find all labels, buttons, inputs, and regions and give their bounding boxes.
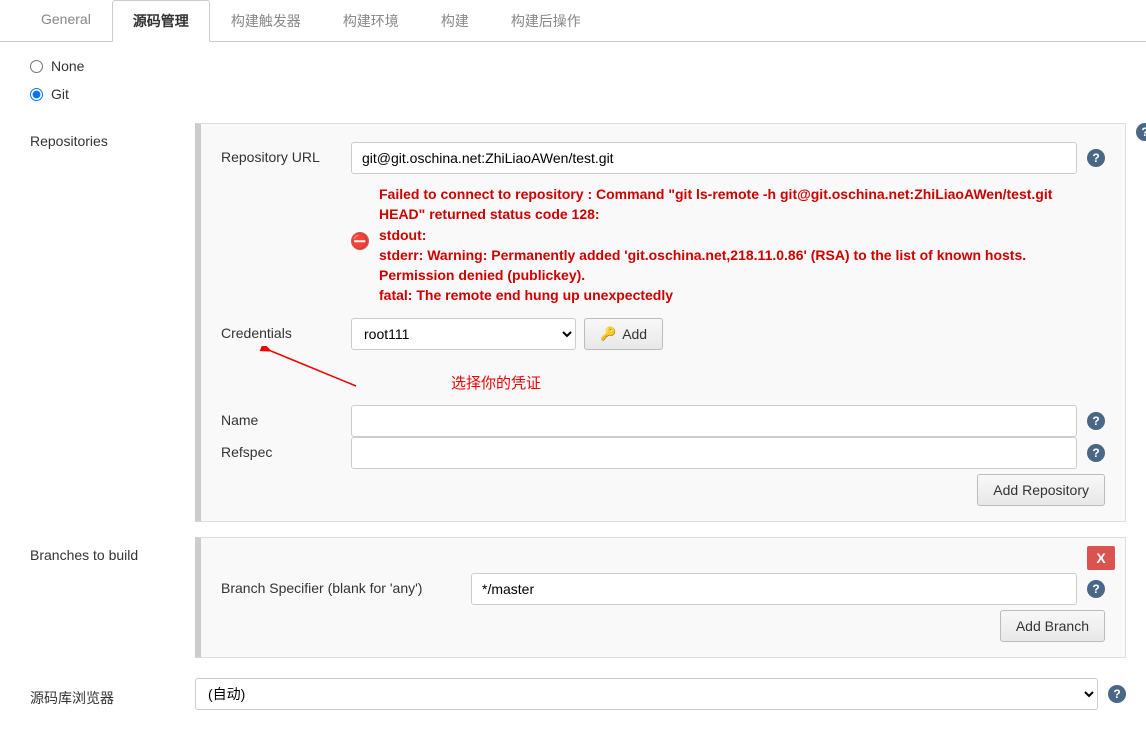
scm-none-radio[interactable] bbox=[30, 60, 43, 73]
annotation-arrow bbox=[256, 346, 376, 396]
branch-specifier-label: Branch Specifier (blank for 'any') bbox=[221, 573, 471, 596]
scm-git-radio[interactable] bbox=[30, 88, 43, 101]
key-icon: 🔑 bbox=[600, 326, 616, 342]
repositories-panel: Repository URL ⛔ Failed to connect to re… bbox=[195, 123, 1126, 522]
repo-url-label: Repository URL bbox=[221, 142, 351, 165]
content-area: None Git Repositories ? Repository URL ⛔… bbox=[0, 42, 1146, 730]
repo-url-input[interactable] bbox=[351, 142, 1077, 174]
branches-panel: X Branch Specifier (blank for 'any') ? A… bbox=[195, 537, 1126, 658]
tab-environment[interactable]: 构建环境 bbox=[322, 0, 420, 42]
add-credentials-button[interactable]: 🔑 Add bbox=[584, 318, 663, 350]
help-icon[interactable]: ? bbox=[1136, 123, 1146, 141]
branch-specifier-input[interactable] bbox=[471, 573, 1077, 605]
tab-postbuild[interactable]: 构建后操作 bbox=[490, 0, 602, 42]
add-button-label: Add bbox=[622, 326, 647, 342]
refspec-label: Refspec bbox=[221, 437, 351, 460]
name-label: Name bbox=[221, 405, 351, 428]
error-text: Failed to connect to repository : Comman… bbox=[379, 184, 1077, 306]
tab-triggers[interactable]: 构建触发器 bbox=[210, 0, 322, 42]
scm-git-label: Git bbox=[51, 86, 69, 102]
help-icon[interactable]: ? bbox=[1087, 412, 1105, 430]
tab-build[interactable]: 构建 bbox=[420, 0, 490, 42]
name-input[interactable] bbox=[351, 405, 1077, 437]
error-icon: ⛔ bbox=[351, 232, 369, 250]
credentials-select[interactable]: root111 bbox=[351, 318, 576, 350]
add-repository-button[interactable]: Add Repository bbox=[977, 474, 1105, 506]
scm-none-label: None bbox=[51, 58, 84, 74]
help-icon[interactable]: ? bbox=[1087, 580, 1105, 598]
remove-branch-button[interactable]: X bbox=[1087, 546, 1115, 570]
add-branch-button[interactable]: Add Branch bbox=[1000, 610, 1105, 642]
credentials-label: Credentials bbox=[221, 318, 351, 341]
scm-none-row[interactable]: None bbox=[30, 52, 1126, 80]
help-icon[interactable]: ? bbox=[1087, 444, 1105, 462]
repositories-section: Repositories ? Repository URL ⛔ Failed t… bbox=[30, 123, 1126, 522]
refspec-input[interactable] bbox=[351, 437, 1077, 469]
browser-label: 源码库浏览器 bbox=[30, 678, 195, 710]
browser-select[interactable]: (自动) bbox=[195, 678, 1098, 710]
help-icon[interactable]: ? bbox=[1087, 149, 1105, 167]
browser-section: 源码库浏览器 (自动) ? bbox=[30, 678, 1126, 710]
help-icon[interactable]: ? bbox=[1108, 685, 1126, 703]
branches-section: Branches to build X Branch Specifier (bl… bbox=[30, 537, 1126, 658]
annotation-text: 选择你的凭证 bbox=[451, 372, 1105, 393]
branches-label: Branches to build bbox=[30, 537, 195, 658]
tab-scm[interactable]: 源码管理 bbox=[112, 0, 210, 42]
error-block: ⛔ Failed to connect to repository : Comm… bbox=[351, 184, 1077, 306]
tab-general[interactable]: General bbox=[20, 0, 112, 42]
repositories-label: Repositories bbox=[30, 123, 195, 522]
scm-git-row[interactable]: Git bbox=[30, 80, 1126, 108]
tabs-bar: General 源码管理 构建触发器 构建环境 构建 构建后操作 bbox=[0, 0, 1146, 42]
